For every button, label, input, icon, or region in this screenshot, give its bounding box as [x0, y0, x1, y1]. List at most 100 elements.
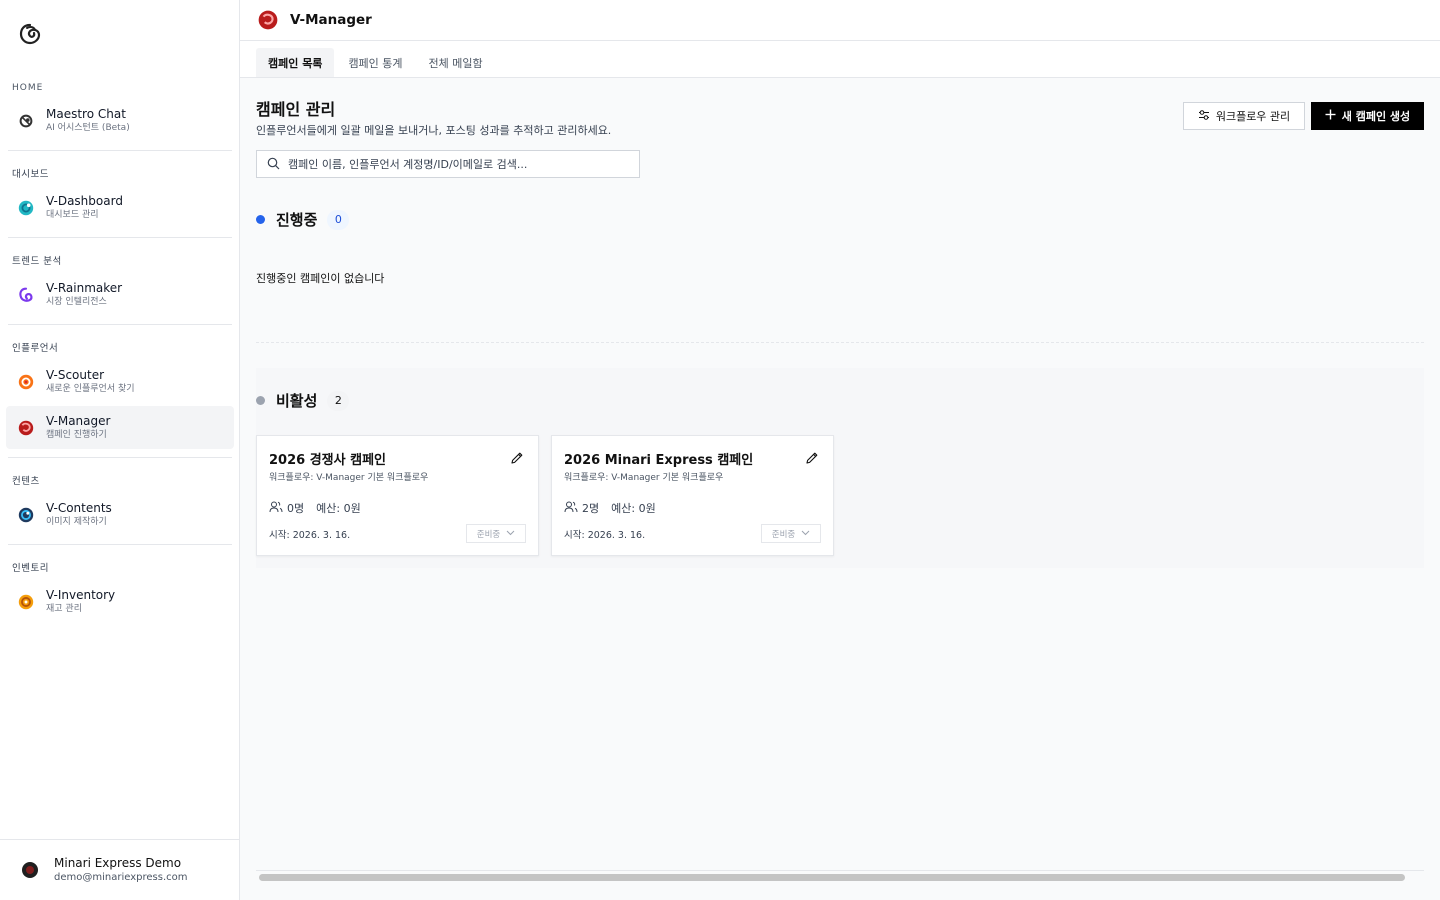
manage-workflow-button[interactable]: 워크플로우 관리 — [1183, 102, 1305, 130]
sidebar-item-v-inventory[interactable]: V-Inventory 재고 관리 — [6, 580, 234, 623]
campaign-people-count: 2명 — [582, 502, 600, 515]
users-icon — [564, 501, 578, 516]
sidebar-item-v-dashboard[interactable]: V-Dashboard 대시보드 관리 — [6, 186, 234, 229]
chevron-down-icon — [506, 529, 515, 539]
sidebar-section-trend: 트렌드 분석 V-Rainmaker 시장 인텔리전스 — [0, 254, 240, 316]
active-section-title: 진행중 — [276, 211, 318, 229]
status-dot-active — [256, 215, 265, 224]
section-description: 인플루언서들에게 일괄 메일을 보내거나, 포스팅 성과를 추적하고 관리하세요… — [256, 124, 612, 137]
v-manager-icon — [257, 9, 279, 31]
status-select[interactable]: 준비중 — [466, 524, 526, 543]
empty-state-message: 진행중인 캠페인이 없습니다 — [256, 272, 385, 285]
search-box — [256, 150, 640, 178]
sidebar-section-label: 인플루언서 — [12, 343, 59, 354]
users-icon — [269, 501, 283, 516]
tab-all-mailbox[interactable]: 전체 메일함 — [417, 48, 495, 77]
active-count-badge: 0 — [327, 209, 350, 230]
avatar — [22, 862, 38, 878]
sidebar-section-label: 대시보드 — [12, 169, 49, 180]
sidebar-item-subtitle: 시장 인텔리전스 — [46, 296, 107, 307]
manage-workflow-label: 워크플로우 관리 — [1215, 110, 1291, 123]
tab-campaign-stats[interactable]: 캠페인 통계 — [336, 48, 414, 77]
sidebar-item-subtitle: 캠페인 진행하기 — [46, 429, 107, 440]
sidebar-item-title: V-Manager — [46, 413, 111, 428]
sidebar-section-label: 컨텐츠 — [12, 476, 40, 487]
sidebar-item-subtitle: 이미지 제작하기 — [46, 516, 107, 527]
sidebar-item-title: V-Dashboard — [46, 193, 123, 208]
sidebar-section-label: 트렌드 분석 — [12, 256, 62, 267]
campaign-start-date: 시작: 2026. 3. 16. — [564, 530, 646, 541]
status-select-value: 준비중 — [476, 529, 501, 540]
sidebar-item-subtitle: 대시보드 관리 — [46, 209, 99, 220]
v-contents-icon — [16, 505, 36, 525]
sidebar-item-maestro-chat[interactable]: Maestro Chat AI 어시스턴트 (Beta) — [6, 99, 234, 142]
campaign-meta: 2명 예산: 0원 — [564, 500, 656, 516]
sidebar-section-label: HOME — [12, 83, 44, 93]
sidebar-item-v-manager[interactable]: V-Manager 캠페인 진행하기 — [6, 406, 234, 449]
sidebar: HOME Maestro Chat AI 어시스턴트 (Beta) 대시보드 V… — [0, 0, 240, 900]
user-profile[interactable]: Minari Express Demo demo@minariexpress.c… — [0, 839, 240, 900]
user-email: demo@minariexpress.com — [54, 872, 188, 883]
v-scouter-icon — [16, 372, 36, 392]
status-select[interactable]: 준비중 — [761, 524, 821, 543]
sidebar-divider — [8, 237, 232, 238]
sidebar-section-label: 인벤토리 — [12, 563, 49, 574]
sidebar-section-inventory: 인벤토리 V-Inventory 재고 관리 — [0, 561, 240, 623]
campaign-workflow: 워크플로우: V-Manager 기본 워크플로우 — [269, 473, 429, 483]
section-divider — [256, 342, 1424, 343]
sidebar-item-v-contents[interactable]: V-Contents 이미지 제작하기 — [6, 493, 234, 536]
inactive-section-title: 비활성 — [276, 392, 318, 410]
sidebar-item-title: V-Scouter — [46, 367, 105, 382]
sidebar-item-title: Maestro Chat — [46, 106, 126, 121]
inactive-section-header: 비활성 2 — [256, 390, 350, 411]
page-title: V-Manager — [290, 12, 372, 28]
sidebar-nav: HOME Maestro Chat AI 어시스턴트 (Beta) 대시보드 V… — [0, 80, 240, 623]
campaign-card[interactable]: 2026 Minari Express 캠페인 워크플로우: V-Manager… — [551, 435, 834, 556]
v-dashboard-icon — [16, 198, 36, 218]
campaign-title: 2026 Minari Express 캠페인 — [564, 453, 754, 468]
sidebar-divider — [8, 150, 232, 151]
campaign-people-count: 0명 — [287, 502, 305, 515]
sidebar-divider — [8, 457, 232, 458]
sidebar-item-subtitle: 재고 관리 — [46, 603, 82, 614]
sidebar-divider — [8, 324, 232, 325]
plus-icon — [1325, 109, 1336, 123]
sidebar-item-subtitle: 새로운 인플루언서 찾기 — [46, 383, 135, 394]
user-name: Minari Express Demo — [54, 856, 182, 870]
campaign-title: 2026 경쟁사 캠페인 — [269, 453, 386, 468]
campaign-start-date: 시작: 2026. 3. 16. — [269, 530, 351, 541]
v-inventory-icon — [16, 592, 36, 612]
app-logo-icon[interactable] — [18, 22, 42, 46]
sidebar-item-title: V-Rainmaker — [46, 280, 123, 295]
new-campaign-button[interactable]: 새 캠페인 생성 — [1311, 102, 1424, 130]
chevron-down-icon — [801, 529, 810, 539]
main-content: 캠페인 관리 인플루언서들에게 일괄 메일을 보내거나, 포스팅 성과를 추적하… — [240, 78, 1440, 900]
search-input[interactable] — [288, 157, 628, 171]
sidebar-item-title: V-Inventory — [46, 587, 116, 602]
section-title: 캠페인 관리 — [256, 100, 336, 119]
active-section-header: 진행중 0 — [256, 209, 350, 230]
sidebar-item-v-rainmaker[interactable]: V-Rainmaker 시장 인텔리전스 — [6, 273, 234, 316]
tab-campaign-list[interactable]: 캠페인 목록 — [256, 48, 335, 77]
horizontal-scrollbar[interactable] — [256, 870, 1424, 882]
sliders-icon — [1198, 109, 1210, 124]
scrollbar-thumb[interactable] — [259, 874, 1405, 881]
campaign-budget: 예산: 0원 — [611, 502, 656, 515]
maestro-icon — [16, 111, 36, 131]
v-manager-icon — [16, 418, 36, 438]
new-campaign-label: 새 캠페인 생성 — [1341, 110, 1411, 123]
campaign-meta: 0명 예산: 0원 — [269, 500, 361, 516]
tab-bar: 캠페인 목록 캠페인 통계 전체 메일함 — [240, 41, 1440, 78]
sidebar-section-home: HOME Maestro Chat AI 어시스턴트 (Beta) — [0, 80, 240, 142]
campaign-card[interactable]: 2026 경쟁사 캠페인 워크플로우: V-Manager 기본 워크플로우 0… — [256, 435, 539, 556]
sidebar-section-influencer: 인플루언서 V-Scouter 새로운 인플루언서 찾기 V-Manager 캠… — [0, 341, 240, 449]
sidebar-item-v-scouter[interactable]: V-Scouter 새로운 인플루언서 찾기 — [6, 360, 234, 403]
app-header: V-Manager — [240, 0, 1440, 41]
campaign-workflow: 워크플로우: V-Manager 기본 워크플로우 — [564, 473, 724, 483]
edit-pencil-icon[interactable] — [510, 450, 524, 464]
v-rainmaker-icon — [16, 285, 36, 305]
sidebar-section-contents: 컨텐츠 V-Contents 이미지 제작하기 — [0, 474, 240, 536]
inactive-count-badge: 2 — [327, 390, 350, 411]
sidebar-section-dashboard: 대시보드 V-Dashboard 대시보드 관리 — [0, 167, 240, 229]
edit-pencil-icon[interactable] — [805, 450, 819, 464]
